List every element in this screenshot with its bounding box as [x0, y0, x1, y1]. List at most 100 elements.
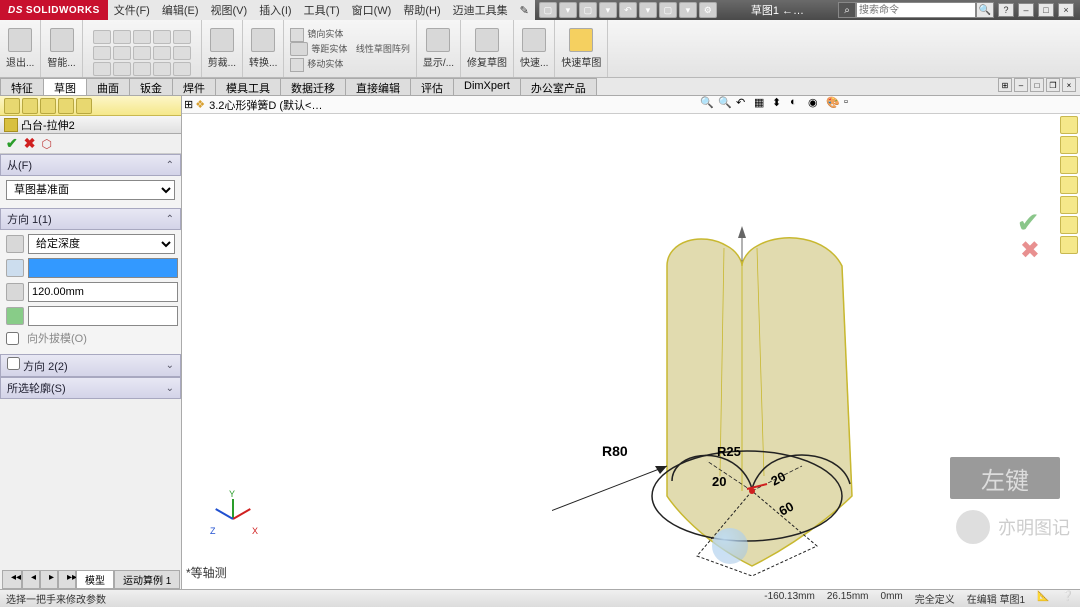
ribbon-exit-sketch[interactable]: 退出...	[0, 20, 41, 77]
fillet-icon[interactable]	[153, 46, 171, 60]
tab-direct[interactable]: 直接编辑	[345, 78, 411, 95]
qat-save-icon[interactable]: ▢	[579, 2, 597, 18]
config-icon[interactable]	[40, 98, 56, 114]
end-condition-select[interactable]: 给定深度	[28, 234, 175, 254]
feature-tree-icon[interactable]	[4, 98, 20, 114]
menu-pin-icon[interactable]: ✎	[514, 4, 535, 17]
view-triad[interactable]: Y X Z	[212, 494, 262, 544]
arc-icon[interactable]	[153, 30, 171, 44]
ribbon-convert[interactable]: 转换...	[243, 20, 284, 77]
tab-weldment[interactable]: 焊件	[172, 78, 216, 95]
appearance-icon[interactable]: 🎨	[826, 96, 842, 112]
tab-nav-next1[interactable]: ▸	[40, 570, 58, 589]
zoom-fit-icon[interactable]: 🔍	[700, 96, 716, 112]
zoom-area-icon[interactable]: 🔍	[718, 96, 734, 112]
prev-view-icon[interactable]: ↶	[736, 96, 752, 112]
search-go-icon[interactable]: 🔍	[976, 2, 994, 18]
menu-insert[interactable]: 插入(I)	[253, 2, 297, 18]
tab-office[interactable]: 办公室产品	[520, 78, 597, 95]
spline-icon[interactable]	[173, 30, 191, 44]
qat-undo-icon[interactable]: ↶	[619, 2, 637, 18]
draft-input[interactable]	[28, 306, 178, 326]
display-style-icon[interactable]: ◐	[790, 96, 806, 112]
slot-icon[interactable]	[93, 46, 111, 60]
breadcrumb[interactable]: 3.2心形弹簧D (默认<…	[209, 97, 322, 113]
status-custom-icon[interactable]: ❔	[1062, 591, 1074, 606]
move-label[interactable]: 移动实体	[307, 59, 343, 71]
direction-vector-icon[interactable]	[6, 259, 24, 277]
direction-vector-field[interactable]	[28, 258, 178, 278]
section-dir1[interactable]: 方向 1(1)⌃	[0, 208, 181, 230]
scene-icon[interactable]: ▫	[844, 96, 860, 112]
reverse-dir-icon[interactable]	[6, 235, 24, 253]
design-lib-icon[interactable]	[1060, 136, 1078, 154]
qat-select-icon[interactable]: ▢	[659, 2, 677, 18]
tab-nav-prev[interactable]: ◂◂	[2, 570, 22, 589]
tab-data[interactable]: 数据迁移	[280, 78, 346, 95]
tab-mold[interactable]: 模具工具	[215, 78, 281, 95]
doc-close-icon[interactable]: ×	[1062, 78, 1076, 92]
search-icon[interactable]: ⌕	[838, 2, 856, 18]
cancel-button[interactable]: ✖	[24, 135, 36, 152]
tab-model[interactable]: 模型	[76, 570, 114, 589]
qat-rebuild-icon[interactable]: ▾	[679, 2, 697, 18]
custom-props-icon[interactable]	[1060, 216, 1078, 234]
ellipse-icon[interactable]	[133, 46, 151, 60]
close-icon[interactable]: ×	[1058, 3, 1074, 17]
view-palette-icon[interactable]	[1060, 176, 1078, 194]
ribbon-quick[interactable]: 快速...	[514, 20, 555, 77]
property-icon[interactable]	[22, 98, 38, 114]
line-icon[interactable]	[93, 30, 111, 44]
search-input[interactable]	[856, 2, 976, 18]
draft-outward-checkbox[interactable]	[6, 332, 19, 345]
more-icon[interactable]	[173, 62, 191, 76]
menu-maidi[interactable]: 迈迪工具集	[447, 2, 514, 18]
resources-icon[interactable]	[1060, 116, 1078, 134]
section-contour[interactable]: 所选轮廓(S)⌄	[0, 377, 181, 399]
chamfer-icon[interactable]	[153, 62, 171, 76]
confirm-corner-ok[interactable]: ✔	[1017, 206, 1040, 239]
qat-options-icon[interactable]: ⚙	[699, 2, 717, 18]
ribbon-trim[interactable]: 剪裁...	[202, 20, 243, 77]
tab-nav-next[interactable]: ▸▸	[58, 570, 76, 589]
view-orient-icon[interactable]: ⬍	[772, 96, 788, 112]
tab-dimxpert[interactable]: DimXpert	[453, 78, 521, 95]
draft-icon[interactable]	[6, 307, 24, 325]
qat-open-icon[interactable]: ▾	[559, 2, 577, 18]
tab-surface[interactable]: 曲面	[86, 78, 130, 95]
doc-max-icon[interactable]: □	[1030, 78, 1044, 92]
rect-icon[interactable]	[113, 30, 131, 44]
centerline-icon[interactable]	[113, 62, 131, 76]
tab-evaluate[interactable]: 评估	[410, 78, 454, 95]
ok-button[interactable]: ✔	[6, 135, 18, 152]
tab-motion-study[interactable]: 运动算例 1	[114, 570, 180, 589]
display-icon[interactable]	[76, 98, 92, 114]
hide-show-icon[interactable]: ◉	[808, 96, 824, 112]
from-plane-select[interactable]: 草图基准面	[6, 180, 175, 200]
mirror-label[interactable]: 镜向实体	[307, 29, 343, 41]
poly-icon[interactable]	[113, 46, 131, 60]
detailed-preview-icon[interactable]: ⬡	[41, 137, 51, 151]
menu-window[interactable]: 窗口(W)	[346, 2, 398, 18]
graphics-viewport[interactable]: ⊞ ❖ 3.2心形弹簧D (默认<… 🔍 🔍 ↶ ▦ ⬍ ◐ ◉ 🎨 ▫ ✔ ✖	[182, 96, 1080, 589]
menu-tools[interactable]: 工具(T)	[298, 2, 346, 18]
dim-icon[interactable]	[58, 98, 74, 114]
minimize-icon[interactable]: –	[1018, 3, 1034, 17]
section-from[interactable]: 从(F)⌃	[0, 154, 181, 176]
circle-icon[interactable]	[133, 30, 151, 44]
help-icon[interactable]: ?	[998, 3, 1014, 17]
section-view-icon[interactable]: ▦	[754, 96, 770, 112]
menu-edit[interactable]: 编辑(E)	[156, 2, 205, 18]
menu-view[interactable]: 视图(V)	[205, 2, 254, 18]
tab-features[interactable]: 特征	[0, 78, 44, 95]
offset-label[interactable]: 等距实体	[311, 44, 347, 56]
doc-opts-icon[interactable]: ⊞	[998, 78, 1012, 92]
appearances-icon[interactable]	[1060, 196, 1078, 214]
section-dir2[interactable]: 方向 2(2)⌄	[0, 354, 181, 377]
linear-pattern-label[interactable]: 线性草图阵列	[356, 44, 410, 56]
point-icon[interactable]	[93, 62, 111, 76]
depth-input[interactable]	[28, 282, 178, 302]
tab-sketch[interactable]: 草图	[43, 78, 87, 95]
file-explorer-icon[interactable]	[1060, 156, 1078, 174]
confirm-corner-cancel[interactable]: ✖	[1020, 236, 1040, 265]
